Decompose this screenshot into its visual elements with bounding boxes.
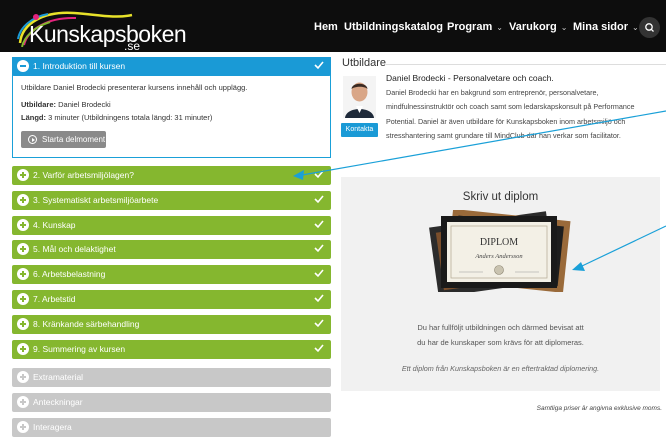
diploma-note: Ett diplom från Kunskapsboken är en efte… (401, 364, 600, 373)
section-5-header[interactable]: 5. Mål och delaktighet (12, 240, 331, 259)
nav-home[interactable]: Hem (314, 21, 338, 33)
section-7-header[interactable]: 7. Arbetstid (12, 290, 331, 309)
section-4-header[interactable]: 4. Kunskap (12, 216, 331, 235)
plus-circle-icon (17, 318, 29, 330)
extra-3-header-label: Interagera (33, 422, 72, 432)
plus-circle-icon (17, 194, 29, 206)
trainer-bio: Daniel Brodecki har en bakgrund som entr… (386, 88, 635, 140)
site-logo[interactable]: Kunskapsboken .se (14, 9, 187, 53)
chevron-down-icon: ⌄ (496, 23, 503, 32)
check-icon (314, 195, 324, 204)
trainer-line: Utbildare: Daniel Brodecki (21, 100, 111, 109)
diploma-title: Skriv ut diplom (462, 191, 539, 203)
length-line: Längd: 3 minuter (Utbildningens totala l… (21, 113, 212, 122)
section-4-header-label: 4. Kunskap (33, 220, 76, 230)
play-circle-icon (28, 135, 37, 144)
section-2-header-label: 2. Varför arbetsmiljölagen? (33, 170, 134, 180)
diploma-word: DIPLOM (480, 237, 518, 248)
trainer-name: Daniel Brodecki - Personalvetare och coa… (386, 73, 554, 83)
nav-my-pages-label: Mina sidor (573, 21, 629, 33)
check-icon (314, 244, 324, 253)
diploma-panel: Skriv ut diplom DIPLOM Anders Andersson … (341, 177, 660, 391)
nav-catalog[interactable]: Utbildningskatalog (344, 21, 443, 33)
nav-my-pages[interactable]: Mina sidor ⌄ (573, 21, 639, 33)
section-1-label: 1. Introduktion till kursen (33, 61, 126, 71)
extra-2-header-label: Anteckningar (33, 397, 83, 407)
plus-circle-icon (17, 243, 29, 255)
extra-1-header[interactable]: Extramaterial (12, 368, 331, 387)
plus-circle-icon (17, 293, 29, 305)
start-part-button[interactable]: Starta delmoment (21, 131, 106, 148)
top-nav: Kunskapsboken .se Hem Utbildningskatalog… (0, 0, 666, 53)
plus-circle-icon (17, 396, 29, 408)
plus-circle-icon (17, 268, 29, 280)
plus-circle-icon (17, 219, 29, 231)
diploma-holder-name: Anders Andersson (474, 253, 522, 260)
section-8-header[interactable]: 8. Kränkande särbehandling (12, 315, 331, 334)
section-9-header-label: 9. Summering av kursen (33, 344, 126, 354)
trainer-photo (343, 76, 376, 118)
extra-2-header[interactable]: Anteckningar (12, 393, 331, 412)
check-icon (314, 61, 324, 70)
price-footnote: Samtliga priser är angivna exklusive mom… (536, 405, 662, 412)
check-icon (314, 319, 324, 328)
length-label: Längd: (21, 113, 46, 122)
search-icon (645, 23, 654, 32)
section-5-header-label: 5. Mål och delaktighet (33, 244, 116, 254)
plus-circle-icon (17, 169, 29, 181)
nav-home-label: Hem (314, 21, 338, 33)
nav-cart[interactable]: Varukorg ⌄ (509, 21, 567, 33)
check-icon (314, 170, 324, 179)
plus-circle-icon (17, 371, 29, 383)
search-button[interactable] (639, 17, 660, 38)
section-description: Utbildare Daniel Brodecki presenterar ku… (21, 83, 248, 92)
avatar (343, 76, 376, 118)
plus-circle-icon (17, 421, 29, 433)
length-value: 3 minuter (Utbildningens totala längd: 3… (48, 113, 213, 122)
section-6-header-label: 6. Arbetsbelastning (33, 269, 106, 279)
trainer-label: Utbildare: (21, 100, 57, 109)
extra-3-header[interactable]: Interagera (12, 418, 331, 437)
diploma-frames-icon: DIPLOM Anders Andersson (429, 208, 571, 297)
diploma-text-line-2: du har de kunskaper som krävs för att di… (417, 338, 584, 347)
check-icon (314, 344, 324, 353)
section-3-header[interactable]: 3. Systematiskt arbetsmiljöarbete (12, 191, 331, 210)
section-7-header-label: 7. Arbetstid (33, 294, 76, 304)
section-3-header-label: 3. Systematiskt arbetsmiljöarbete (33, 195, 159, 205)
section-9-header[interactable]: 9. Summering av kursen (12, 340, 331, 359)
nav-cart-label: Varukorg (509, 21, 557, 33)
minus-circle-icon (17, 60, 29, 72)
logo-text: Kunskapsboken (29, 21, 187, 47)
chevron-down-icon: ⌄ (632, 23, 639, 32)
section-1-header[interactable]: 1. Introduktion till kursen (12, 57, 331, 76)
plus-circle-icon (17, 343, 29, 355)
start-part-label: Starta delmoment (42, 135, 106, 144)
nav-program[interactable]: Program ⌄ (447, 21, 503, 33)
diploma-text-line-1: Du har fullföljt utbildningen och därmed… (417, 323, 584, 332)
section-6-header[interactable]: 6. Arbetsbelastning (12, 265, 331, 284)
logo-suffix: .se (124, 39, 141, 53)
nav-catalog-label: Utbildningskatalog (344, 21, 443, 33)
trainer-section-title: Utbildare (342, 57, 387, 69)
nav-program-label: Program (447, 21, 493, 33)
check-icon (314, 269, 324, 278)
check-icon (314, 220, 324, 229)
chevron-down-icon: ⌄ (560, 23, 568, 32)
section-8-header-label: 8. Kränkande särbehandling (33, 319, 140, 329)
check-icon (314, 294, 324, 303)
contact-button[interactable]: Kontakta (341, 123, 378, 137)
diploma-image[interactable]: DIPLOM Anders Andersson (427, 208, 573, 297)
divider (386, 64, 666, 65)
extra-1-header-label: Extramaterial (33, 372, 84, 382)
section-2-header[interactable]: 2. Varför arbetsmiljölagen? (12, 166, 331, 185)
trainer-value: Daniel Brodecki (58, 100, 111, 109)
